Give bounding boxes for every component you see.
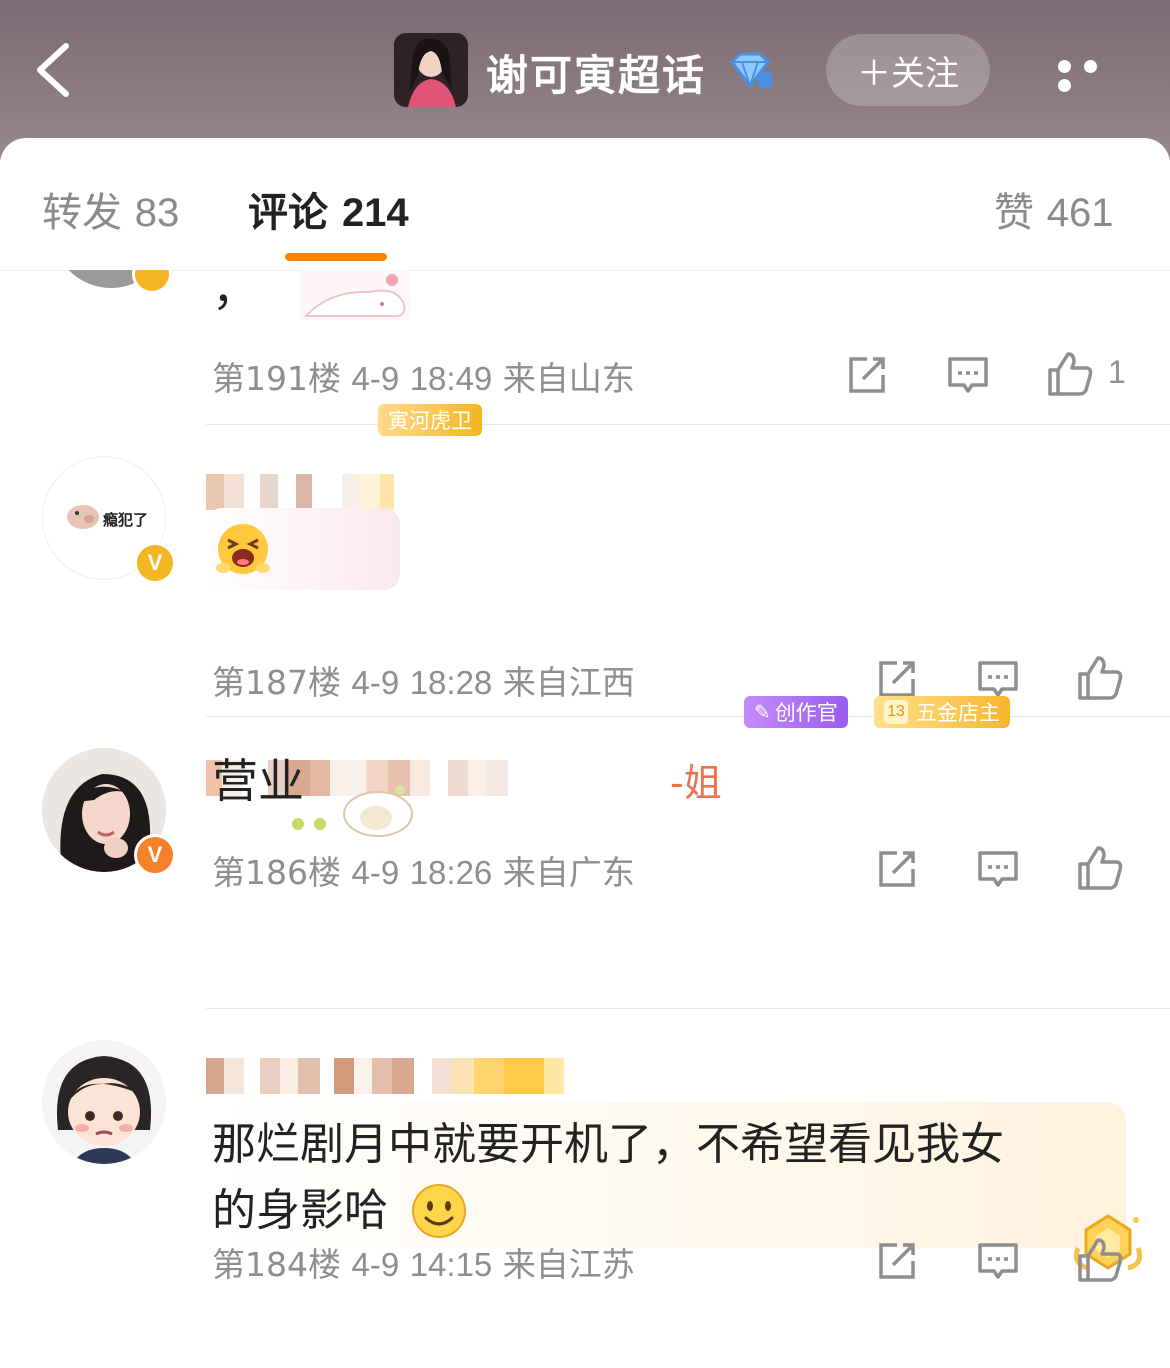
comment-time: 18:26 [409, 854, 493, 891]
comment-item: ， 第191楼 4-9 18:49 来自山东 1 [0, 262, 1170, 428]
like-icon[interactable] [1076, 1236, 1124, 1284]
like-icon[interactable] [1046, 350, 1094, 398]
like-icon[interactable] [1076, 654, 1124, 702]
comment-text-line-2: 的身影哈 [212, 1185, 388, 1236]
tab-comments-count: 214 [341, 191, 409, 235]
topic-title[interactable]: 谢可寅超话 [486, 42, 706, 103]
reply-icon[interactable] [976, 1239, 1020, 1283]
repost-icon[interactable] [845, 353, 889, 397]
comment-item: 那烂剧月中就要开机了，不希望看见我女 的身影哈 第184楼 4-9 14:15 … [0, 1010, 1170, 1368]
tab-reposts[interactable]: 转发 83 [42, 180, 179, 238]
tab-likes-count: 461 [1046, 191, 1114, 235]
like-count: 1 [1108, 354, 1126, 390]
divider [206, 716, 1170, 717]
fan-badge[interactable]: 寅河虎卫 [378, 404, 482, 436]
reply-icon[interactable] [946, 353, 990, 397]
comment-meta: 第191楼 4-9 18:49 来自山东 [212, 352, 635, 400]
avatar-cartoon [42, 1040, 166, 1164]
comment-location: 来自山东 [502, 359, 635, 398]
tab-likes[interactable]: 赞 461 [994, 180, 1113, 238]
tab-comments[interactable]: 评论 214 [248, 180, 409, 238]
avatar[interactable]: V [42, 748, 176, 876]
active-tab-indicator [285, 253, 387, 261]
smile-emoji-icon [412, 1184, 466, 1238]
more-options-icon[interactable] [1058, 58, 1130, 92]
username-blurred[interactable] [206, 474, 394, 510]
comment-location: 来自江西 [502, 663, 635, 702]
comment-bubble [206, 508, 400, 590]
top-bar: 谢可寅超话 ＋关注 [0, 0, 1170, 160]
back-arrow-icon[interactable] [30, 40, 80, 100]
comment-sheet: 转发 83 评论 214 赞 461 ， 第191楼 4-9 18:49 来自山… [0, 138, 1170, 1368]
comment-meta: 第187楼 4-9 18:28 来自江西 [212, 656, 635, 704]
like-icon[interactable] [1076, 844, 1124, 892]
cat-sticker-icon [300, 270, 410, 320]
level-badge-number: 13 [884, 700, 908, 724]
topic-avatar[interactable] [394, 33, 468, 107]
level-badge-label: 五金店主 [916, 701, 1000, 725]
level-badge[interactable]: 13 五金店主 [874, 696, 1010, 728]
comment-item: 瘾犯了 V 寅河虎卫 第187楼 4-9 18:28 来自江西 [0, 404, 1170, 718]
crying-emoji-icon [216, 524, 270, 574]
avatar[interactable]: 瘾犯了 V [42, 456, 176, 584]
creator-badge[interactable]: ✎ 创作官 [744, 696, 848, 728]
creator-badge-label: 创作官 [774, 701, 838, 725]
comment-time: 18:28 [409, 664, 493, 701]
repost-icon[interactable] [875, 1239, 919, 1283]
comment-text-line-1: 那烂剧月中就要开机了，不希望看见我女 [212, 1119, 1004, 1170]
comment-date: 4-9 [351, 664, 400, 701]
floor-number: 第187楼 [212, 663, 341, 702]
divider [206, 1008, 1170, 1009]
comment-location: 来自江苏 [502, 1245, 635, 1284]
tab-reposts-count: 83 [134, 191, 180, 235]
username-suffix[interactable]: -姐 [670, 752, 722, 807]
follow-button[interactable]: ＋关注 [826, 34, 990, 106]
comment-date: 4-9 [351, 1246, 400, 1283]
verified-badge-icon: V [134, 542, 176, 584]
verified-badge-icon: V [134, 834, 176, 876]
tab-likes-label: 赞 [994, 190, 1034, 236]
repost-icon[interactable] [875, 847, 919, 891]
repost-icon[interactable] [875, 657, 919, 701]
comment-date: 4-9 [351, 360, 400, 397]
avatar[interactable] [52, 270, 172, 292]
reply-icon[interactable] [976, 657, 1020, 701]
diamond-badge-icon [730, 52, 772, 90]
comment-text: ， [212, 262, 258, 316]
tab-comments-label: 评论 [248, 190, 328, 236]
comment-meta: 第184楼 4-9 14:15 来自江苏 [212, 1238, 635, 1286]
comment-time: 18:49 [409, 360, 493, 397]
tab-bar: 转发 83 评论 214 赞 461 [0, 138, 1170, 271]
pig-icon [67, 505, 99, 529]
floor-number: 第191楼 [212, 359, 341, 398]
floor-number: 第184楼 [212, 1245, 341, 1284]
creator-badge-icon: ✎ [754, 700, 771, 724]
sheep-sticker-icon [292, 785, 413, 837]
tab-reposts-label: 转发 [42, 190, 122, 236]
username-blurred[interactable] [206, 1058, 564, 1094]
floor-number: 第186楼 [212, 853, 341, 892]
avatar-caption: 瘾犯了 [103, 511, 149, 529]
comment-meta: 第186楼 4-9 18:26 来自广东 [212, 846, 635, 894]
avatar[interactable] [42, 1040, 166, 1164]
reply-icon[interactable] [976, 847, 1020, 891]
divider [206, 424, 1170, 425]
comment-time: 14:15 [409, 1246, 493, 1283]
comment-date: 4-9 [351, 854, 400, 891]
comment-location: 来自广东 [502, 853, 635, 892]
comment-item: V -姐 ✎ 创作官 13 五金店主 营业 第186楼 4-9 18:26 来自… [0, 696, 1170, 1010]
